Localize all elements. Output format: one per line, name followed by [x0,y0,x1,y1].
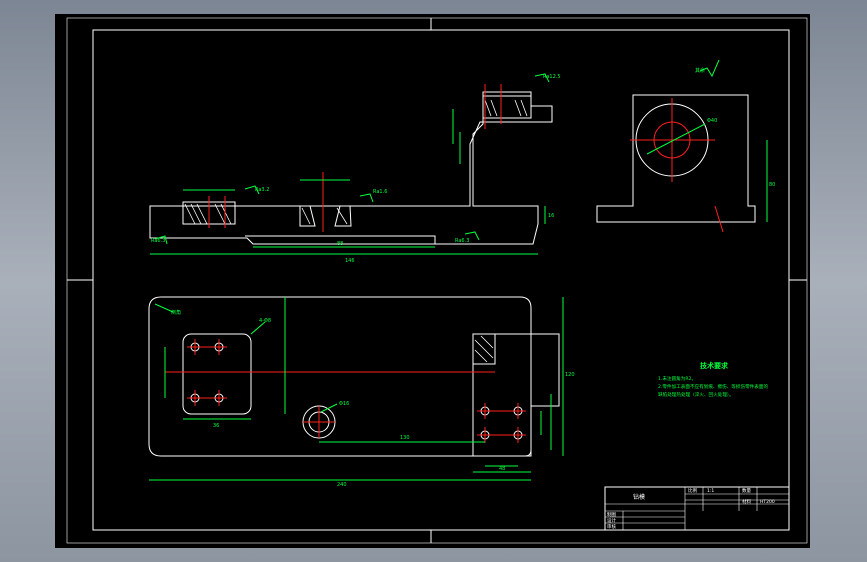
title-scale-value: 1:1 [707,488,714,494]
cad-viewer: 146 88 16 Ra6.3 Ra3.2 Ra12.5 Ra6.3 Ra1.6 [0,0,867,562]
tech-req-line-3: 缺陷处理热处理（淬火、回火处理）。 [658,391,734,398]
top-dim-boss: Φ16 [339,401,349,407]
front-roughness-2: Ra3.2 [255,187,269,193]
tech-requirements: 技术要求 1.未注圆角为R2。 2.零件加工表面不应有划痕、擦伤、等损伤零件表面… [658,361,768,398]
side-dim-height: 80 [769,182,775,188]
title-qty-label: 数量 [742,487,751,494]
front-roughness-5: Ra1.6 [373,189,387,195]
top-dim-total-length: 240 [337,482,347,488]
side-dim-bore: Φ40 [707,118,717,124]
drawing-canvas: 146 88 16 Ra6.3 Ra3.2 Ra12.5 Ra6.3 Ra1.6 [66,17,808,544]
top-dim-hole-spacing: 36 [213,423,219,429]
top-dim-right-width: 48 [499,466,505,472]
front-dim-height: 16 [548,213,554,219]
top-leader-mid: 4-Φ8 [259,318,271,324]
top-dim-offset: 130 [400,435,410,441]
tech-req-line-1: 1.未注圆角为R2。 [658,375,696,382]
title-scale-label: 比例 [688,487,697,494]
inner-border [92,29,790,531]
title-check-label: 审核 [607,523,616,530]
title-drawn-label: 制图 [607,511,616,518]
front-view: 146 88 16 Ra6.3 Ra3.2 Ra12.5 Ra6.3 Ra1.6 [149,73,561,264]
title-part-name: 钻模 [633,493,645,501]
title-material-value: HT200 [760,499,775,505]
front-roughness-3: Ra12.5 [543,74,561,80]
top-view: 240 120 130 Φ16 36 48 倒角 4-Φ8 [148,296,575,488]
top-leader-left: 倒角 [171,309,181,316]
front-dim-slot: 88 [337,241,343,247]
outer-border [66,17,808,544]
top-dim-total-width: 120 [565,372,575,378]
side-view: 80 Φ40 其余 [596,59,775,233]
side-roughness-note: 其余 [695,67,705,74]
front-roughness-1: Ra6.3 [151,238,165,244]
title-block: 钻模 比例 1:1 数量 材料 HT200 制图 设计 审核 [604,486,790,531]
drawing-sheet[interactable]: 146 88 16 Ra6.3 Ra3.2 Ra12.5 Ra6.3 Ra1.6 [55,14,810,548]
title-material-label: 材料 [742,498,751,505]
front-roughness-4: Ra6.3 [455,238,469,244]
tech-req-line-2: 2.零件加工表面不应有划痕、擦伤、等损伤零件表面的 [658,383,768,390]
front-dim-total: 146 [345,258,355,264]
tech-req-title: 技术要求 [700,361,729,370]
title-design-label: 设计 [607,517,616,524]
